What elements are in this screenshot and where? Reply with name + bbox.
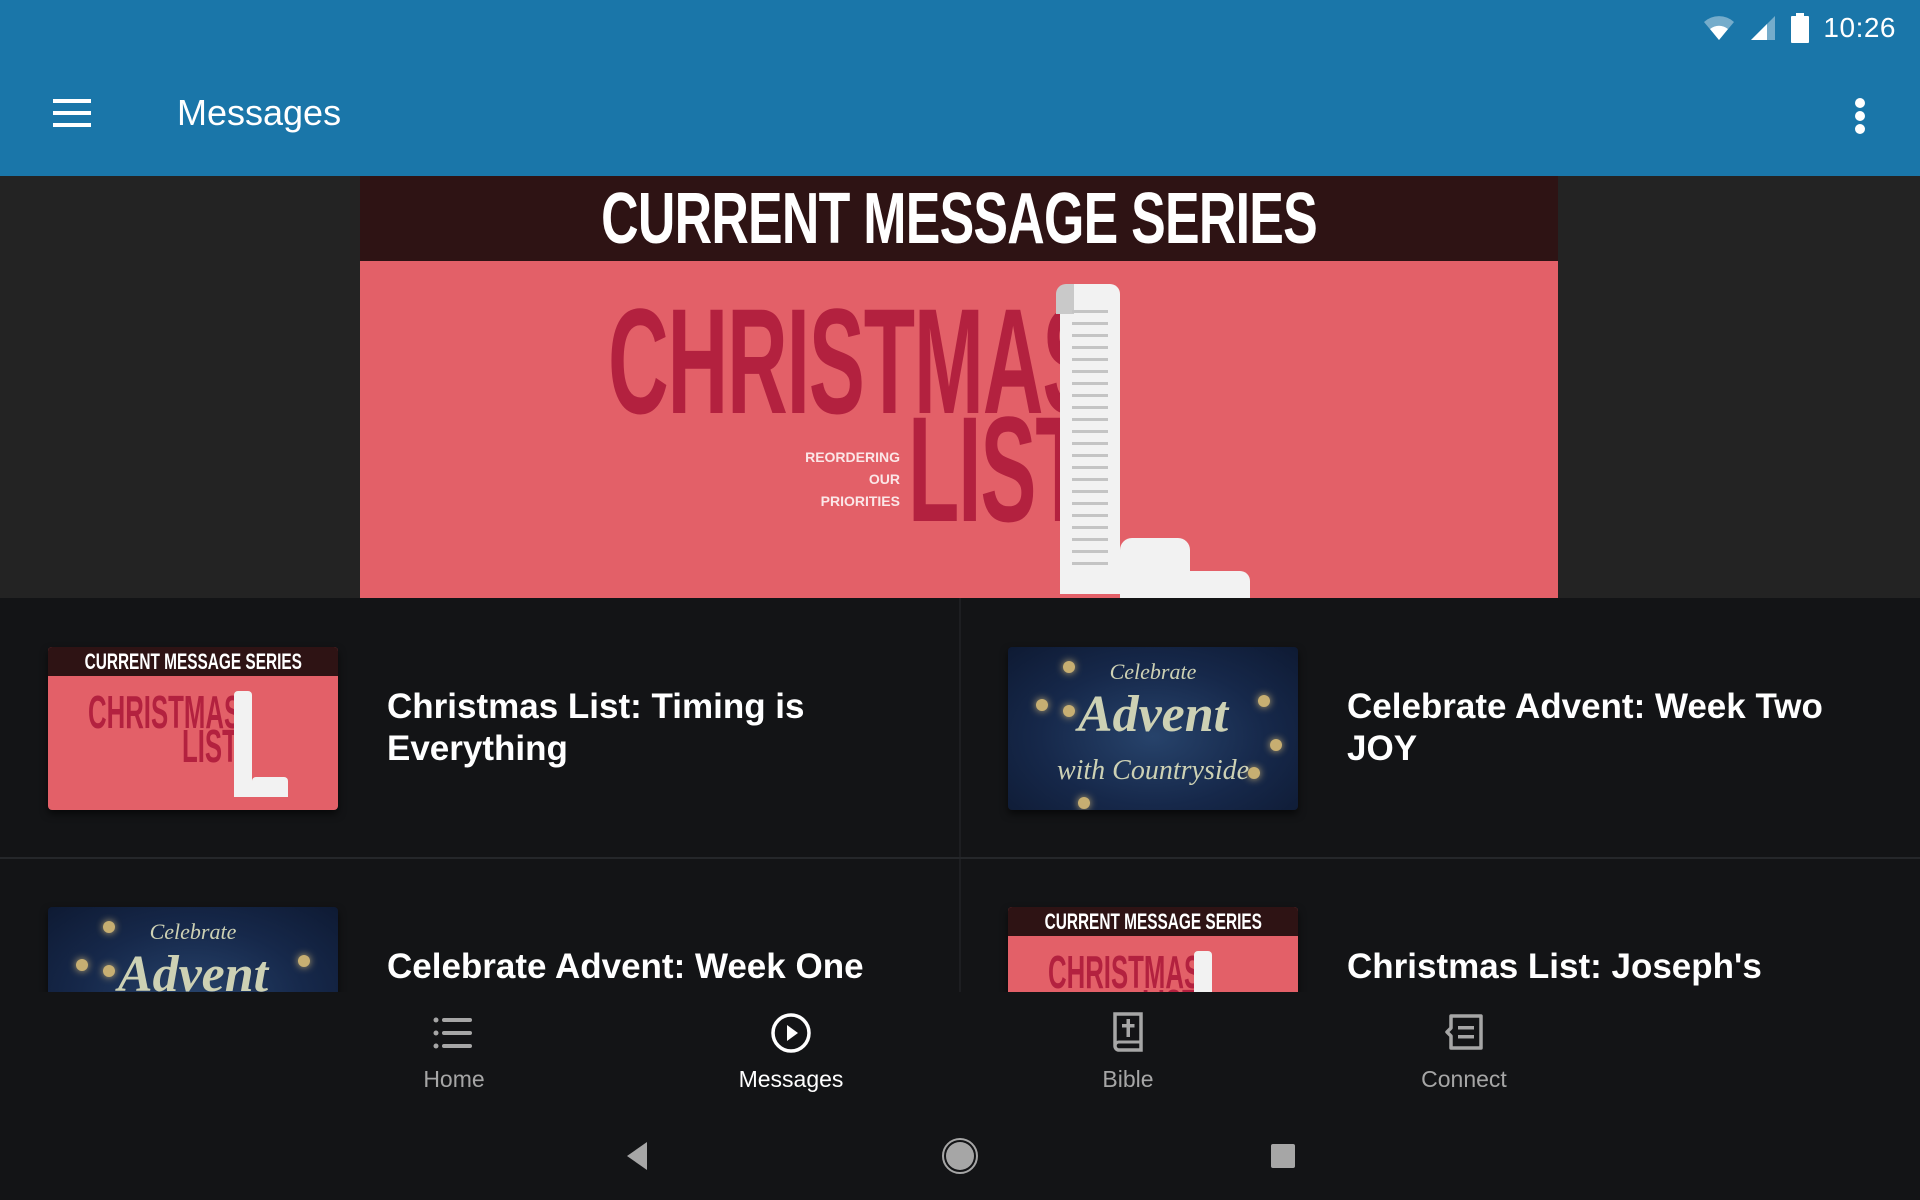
thumbnail-title-line2: LIST (1142, 983, 1198, 992)
message-list-item[interactable]: Celebrate Advent with Countryside Celebr… (960, 598, 1920, 858)
app-bar: Messages (0, 56, 1920, 176)
back-icon (627, 1142, 647, 1170)
thumbnail-header: CURRENT MESSAGE SERIES (84, 648, 302, 674)
featured-series-banner-area: CURRENT MESSAGE SERIES CHRISTMAS LIST RE… (0, 176, 1920, 598)
thumbnail-header: CURRENT MESSAGE SERIES (1044, 908, 1262, 934)
status-time: 10:26 (1823, 12, 1896, 43)
banner-tagline: REORDERING OUR PRIORITIES (740, 446, 900, 512)
home-button[interactable] (940, 1136, 980, 1176)
recents-button[interactable] (1263, 1136, 1303, 1176)
more-vert-icon[interactable] (1840, 90, 1880, 142)
thumbnail-line1: Celebrate (149, 919, 237, 944)
play-circle-icon (768, 1010, 814, 1056)
list-icon (431, 1010, 477, 1056)
nav-label: Home (423, 1066, 485, 1092)
message-title: Celebrate Advent: Week Two JOY (1347, 687, 1823, 768)
banner-header: CURRENT MESSAGE SERIES (360, 176, 1558, 261)
nav-item-home[interactable]: Home (354, 992, 554, 1110)
thumbnail-line2: Advent (1077, 686, 1229, 743)
tagline-line: PRIORITIES (820, 493, 900, 509)
nav-item-messages[interactable]: Messages (691, 992, 891, 1110)
thumbnail-line3: with Countryside (1056, 755, 1250, 786)
message-list-item[interactable]: CURRENT MESSAGE SERIES CHRISTMAS LIST Ch… (960, 858, 1920, 992)
message-list[interactable]: CURRENT MESSAGE SERIES CHRISTMAS LIST Ch… (0, 598, 1920, 992)
message-thumbnail: Celebrate Advent with Countryside (1008, 647, 1298, 810)
tagline-line: REORDERING (805, 449, 900, 465)
thumbnail-title-line2: LIST (182, 720, 238, 772)
recents-square-icon (1271, 1144, 1295, 1168)
hamburger-menu-icon[interactable] (50, 92, 94, 136)
message-list-item[interactable]: Celebrate Advent with Countryside Celebr… (0, 858, 960, 992)
nav-label: Bible (1102, 1066, 1154, 1092)
wifi-icon (1704, 16, 1735, 40)
cell-signal-icon (1751, 16, 1776, 40)
status-icons: 10:26 (1703, 8, 1896, 48)
message-title: Christmas List: Timing is Everything (387, 687, 805, 768)
nav-item-connect[interactable]: Connect (1364, 992, 1564, 1110)
message-title: Celebrate Advent: Week One (387, 947, 864, 986)
battery-icon (1791, 13, 1810, 43)
bible-icon (1105, 1010, 1151, 1056)
thumbnail-line2: Advent (117, 946, 269, 992)
message-thumbnail: CURRENT MESSAGE SERIES CHRISTMAS LIST (48, 647, 338, 810)
message-list-item[interactable]: CURRENT MESSAGE SERIES CHRISTMAS LIST Ch… (0, 598, 960, 858)
thumbnail-line1: Celebrate (1109, 659, 1197, 684)
banner-title-line2: LIST (908, 385, 1087, 553)
message-thumbnail: CURRENT MESSAGE SERIES CHRISTMAS LIST (1008, 907, 1298, 992)
nav-item-bible[interactable]: Bible (1028, 992, 1228, 1110)
banner-header-text: CURRENT MESSAGE SERIES (601, 178, 1318, 259)
page-title: Messages (177, 92, 342, 133)
nav-label: Connect (1421, 1066, 1507, 1092)
featured-series-banner[interactable]: CURRENT MESSAGE SERIES CHRISTMAS LIST RE… (360, 176, 1558, 598)
home-circle-icon (942, 1138, 978, 1174)
scroll-illustration-tail (1180, 571, 1250, 598)
message-icon (1441, 1010, 1487, 1056)
scroll-illustration (1056, 284, 1120, 594)
back-button[interactable] (617, 1136, 657, 1176)
status-bar: 10:26 (0, 0, 1920, 56)
app-root: 10:26 Messages CURRENT MESSAGE SERIES CH… (0, 0, 1920, 1200)
message-title: Christmas List: Joseph's (1347, 947, 1762, 986)
bottom-navigation: Home Messages Bible Connect (0, 992, 1920, 1110)
message-thumbnail: Celebrate Advent with Countryside (48, 907, 338, 992)
nav-label: Messages (738, 1066, 844, 1092)
tagline-line: OUR (868, 471, 900, 487)
system-navigation-bar (0, 1110, 1920, 1200)
